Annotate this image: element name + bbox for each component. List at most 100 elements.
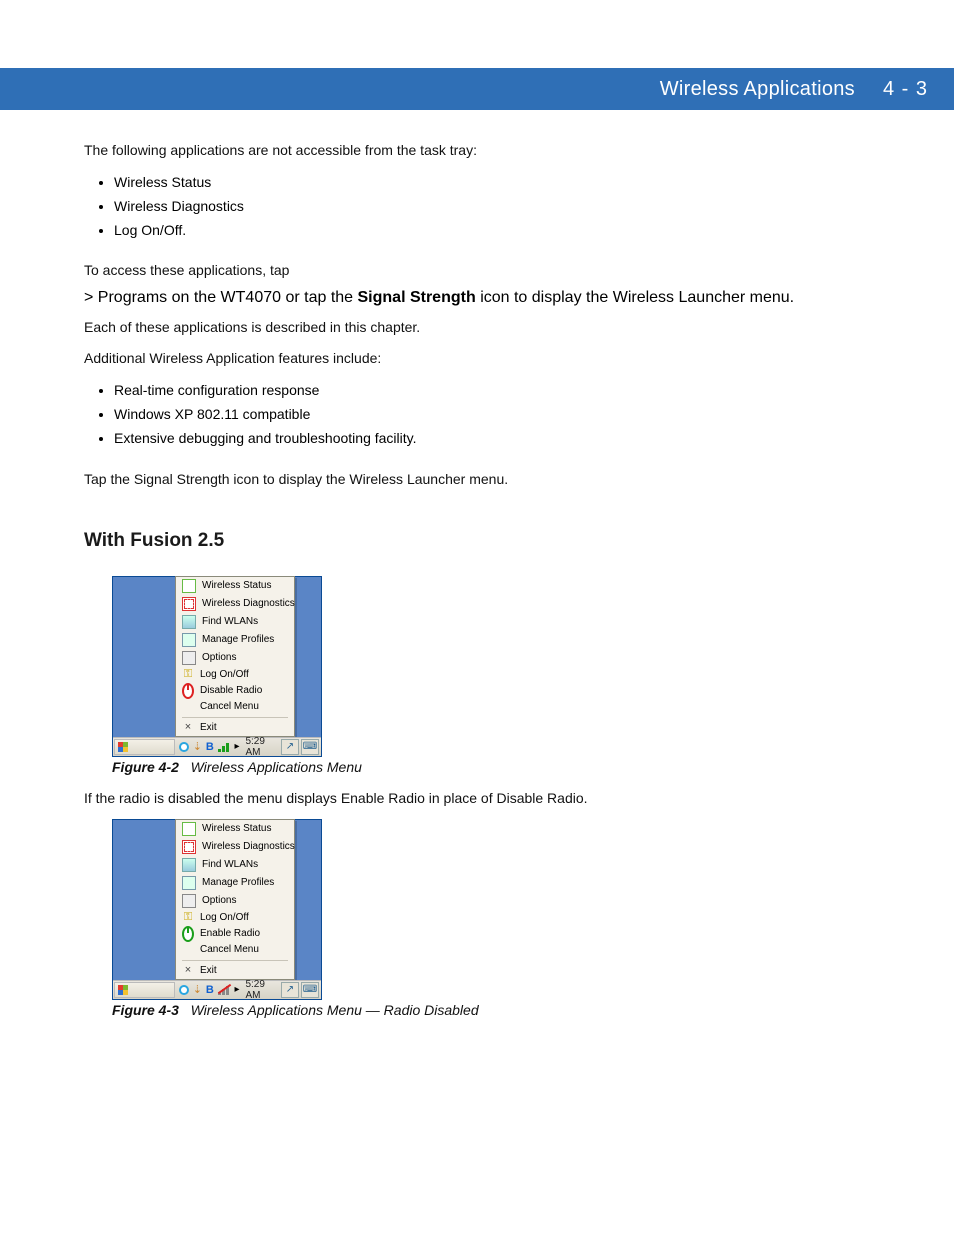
signal-strength-icon[interactable] [218,741,231,752]
menu-item-log-on-off[interactable]: ⚿ Log On/Off [176,667,294,683]
figure-caption-1: Figure 4-2 Wireless Applications Menu [112,757,894,778]
desktop-button[interactable]: ↗ [281,982,299,998]
intro-line-2: Each of these applications is described … [84,317,894,338]
system-tray: ⇣ B ▸ 5:29 AM [179,979,281,1001]
menu-item-cancel[interactable]: Cancel Menu [176,942,294,958]
find-icon [182,858,196,872]
tray-expand-icon[interactable]: ▸ [234,984,239,995]
bluetooth-icon[interactable]: B [206,984,214,996]
profiles-icon [182,633,196,647]
intro-line-4: Tap the Signal Strength icon to display … [84,469,894,490]
screenshot-radio-disabled: Wireless Status Wireless Diagnostics Fin… [112,819,322,1000]
close-icon: × [182,965,194,977]
app-bullet-list: Wireless Status Wireless Diagnostics Log… [84,171,894,242]
menu-item-label: Options [202,895,236,906]
tray-icon[interactable]: ⇣ [193,740,202,753]
list-item: Log On/Off. [114,219,894,243]
list-item: Extensive debugging and troubleshooting … [114,427,894,451]
menu-item-enable-radio[interactable]: Enable Radio [176,926,294,942]
key-icon: ⚿ [182,669,194,681]
text-fragment: To access these applications, tap [84,262,289,278]
intro-line-3: Additional Wireless Application features… [84,348,894,369]
start-button[interactable] [114,739,175,755]
menu-item-label: Exit [200,722,217,733]
sip-button[interactable]: ⌨ [301,739,319,755]
taskbar: ⇣ B ▸ 5:29 AM ↗ ⌨ [113,980,321,999]
menu-item-manage-profiles[interactable]: Manage Profiles [176,874,294,892]
figure-caption-2: Figure 4-3 Wireless Applications Menu — … [112,1000,894,1021]
list-item: Wireless Status [114,171,894,195]
options-icon [182,651,196,665]
text-fragment: on the WT4070 or tap the [172,289,358,306]
options-icon [182,894,196,908]
figure-label: Figure 4-3 [112,1002,179,1018]
menu-item-find-wlans[interactable]: Find WLANs [176,613,294,631]
start-path-line: To access these applications, tap [84,260,894,281]
menu-item-wireless-status[interactable]: Wireless Status [176,577,294,595]
taskbar: ⇣ B ▸ 5:29 AM ↗ ⌨ [113,737,321,756]
menu-item-label: Disable Radio [200,685,262,696]
tray-expand-icon[interactable]: ▸ [234,741,239,752]
menu-item-cancel[interactable]: Cancel Menu [176,699,294,715]
menu-item-wireless-status[interactable]: Wireless Status [176,820,294,838]
menu-item-label: Cancel Menu [200,944,259,955]
tray-icon[interactable] [179,742,189,752]
text-fragment: Programs [98,289,167,306]
desktop-button[interactable]: ↗ [281,739,299,755]
start-button[interactable] [114,982,175,998]
header-page-number: 4 - 3 [883,78,928,101]
wireless-launcher-menu: Wireless Status Wireless Diagnostics Fin… [175,576,295,737]
sip-button[interactable]: ⌨ [301,982,319,998]
header-title: Wireless Applications [660,78,855,101]
desktop-area: Wireless Status Wireless Diagnostics Fin… [113,577,321,737]
page-body: The following applications are not acces… [84,140,894,1031]
desktop-area: Wireless Status Wireless Diagnostics Fin… [113,820,321,980]
menu-item-disable-radio[interactable]: Disable Radio [176,683,294,699]
blank-icon [182,944,194,956]
menu-item-wireless-diagnostics[interactable]: Wireless Diagnostics [176,595,294,613]
power-off-icon [182,683,194,699]
signal-strength-disabled-icon[interactable] [218,984,231,995]
menu-item-wireless-diagnostics[interactable]: Wireless Diagnostics [176,838,294,856]
page-header-band: Wireless Applications 4 - 3 [0,68,954,110]
windows-logo-icon [118,742,128,752]
menu-item-exit[interactable]: × Exit [176,720,294,736]
close-icon: × [182,722,194,734]
tray-icon[interactable] [179,985,189,995]
list-item: Windows XP 802.11 compatible [114,403,894,427]
system-tray: ⇣ B ▸ 5:29 AM [179,736,281,758]
menu-item-options[interactable]: Options [176,892,294,910]
menu-item-label: Wireless Diagnostics [202,841,295,852]
section-heading: With Fusion 2.5 [84,530,894,552]
menu-item-manage-profiles[interactable]: Manage Profiles [176,631,294,649]
menu-item-label: Log On/Off [200,669,249,680]
menu-item-find-wlans[interactable]: Find WLANs [176,856,294,874]
power-on-icon [182,926,194,942]
page: Wireless Applications 4 - 3 The followin… [0,0,954,1235]
find-icon [182,615,196,629]
menu-item-label: Options [202,652,236,663]
blank-icon [182,701,194,713]
menu-item-label: Enable Radio [200,928,260,939]
tray-icon[interactable]: ⇣ [193,983,202,996]
menu-item-exit[interactable]: × Exit [176,963,294,979]
feature-bullet-list: Real-time configuration response Windows… [84,379,894,450]
taskbar-clock: 5:29 AM [245,736,281,758]
menu-item-label: Wireless Status [202,823,271,834]
windows-logo-icon [295,262,311,278]
taskbar-clock: 5:29 AM [245,979,281,1001]
menu-item-label: Cancel Menu [200,701,259,712]
figure-caption-text: Wireless Applications Menu [191,759,362,775]
diagnostics-icon [182,597,196,611]
menu-item-options[interactable]: Options [176,649,294,667]
list-item: Wireless Diagnostics [114,195,894,219]
profiles-icon [182,876,196,890]
menu-item-label: Log On/Off [200,912,249,923]
windows-logo-icon [118,985,128,995]
bluetooth-icon[interactable]: B [206,741,214,753]
menu-item-label: Find WLANs [202,616,258,627]
menu-item-log-on-off[interactable]: ⚿ Log On/Off [176,910,294,926]
key-icon: ⚿ [182,912,194,924]
menu-item-label: Manage Profiles [202,634,274,645]
status-icon [182,822,196,836]
